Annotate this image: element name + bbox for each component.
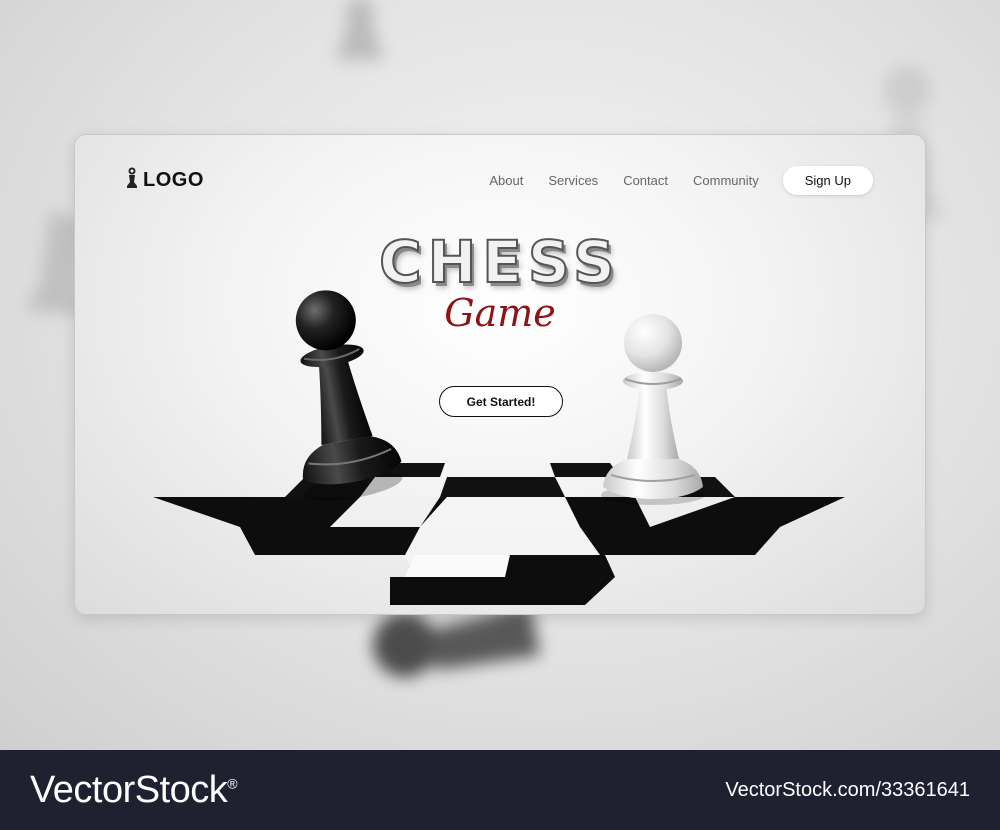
nav-link-about[interactable]: About	[489, 173, 523, 188]
pawn-icon	[125, 167, 139, 194]
watermark-reference: VectorStock.com/33361641	[725, 778, 970, 801]
logo[interactable]: LOGO	[125, 167, 204, 194]
chess-scene	[153, 290, 845, 605]
hero-title-block: CHESS Game	[75, 228, 925, 335]
logo-text: LOGO	[143, 169, 204, 191]
signup-button[interactable]: Sign Up	[782, 166, 873, 195]
white-pawn	[601, 314, 705, 505]
hero-subtitle: Game	[444, 291, 556, 335]
nav-link-services[interactable]: Services	[548, 173, 598, 188]
main-nav: About Services Contact Community Sign Up	[489, 166, 873, 195]
nav-link-community[interactable]: Community	[693, 173, 759, 188]
watermark-trademark: ®	[227, 774, 238, 791]
hero-title: CHESS	[378, 228, 621, 296]
nav-link-contact[interactable]: Contact	[623, 173, 668, 188]
chessboard	[153, 463, 845, 605]
blurred-pawn-top	[336, 0, 384, 60]
watermark-brand-name: VectorStock	[30, 768, 228, 811]
landing-card: LOGO About Services Contact Community Si…	[74, 134, 926, 615]
get-started-button[interactable]: Get Started!	[439, 386, 563, 417]
watermark-brand: VectorStock®	[30, 768, 238, 812]
watermark-bar: VectorStock® VectorStock.com/33361641	[0, 750, 1000, 830]
